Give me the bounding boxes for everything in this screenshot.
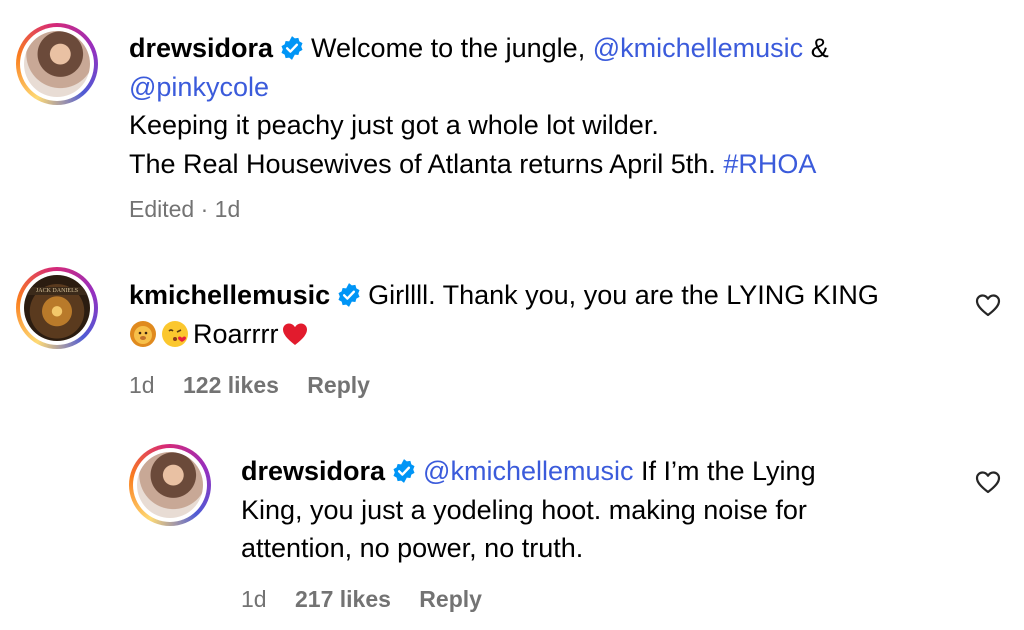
profile-photo: JACK DANIELS	[24, 275, 90, 341]
comment-meta: 1d 217 likes Reply	[241, 586, 482, 613]
lion-emoji-icon	[130, 320, 156, 347]
username[interactable]: drewsidora	[241, 456, 385, 486]
comment-body: attention, no power, no truth.	[241, 533, 584, 563]
comment-body: If I’m the Lying	[641, 456, 816, 486]
mention-link[interactable]: @kmichellemusic	[423, 456, 633, 486]
likes-count[interactable]: 217 likes	[295, 586, 391, 612]
reply-button[interactable]: Reply	[419, 586, 482, 612]
caption-line: The Real Housewives of Atlanta returns A…	[129, 148, 716, 179]
likes-count[interactable]: 122 likes	[183, 372, 279, 398]
comment-body: King, you just a yodeling hoot. making n…	[241, 494, 807, 525]
red-heart-emoji-icon	[282, 323, 307, 345]
like-heart-icon[interactable]	[975, 293, 1001, 317]
verified-badge-icon	[393, 459, 415, 483]
mention-link[interactable]: @pinkycole	[129, 72, 269, 102]
caption-line: Keeping it peachy just got a whole lot w…	[129, 110, 659, 140]
reply-text: drewsidora @kmichellemusic If I’m the Lyi…	[241, 452, 961, 568]
comment-meta: Edited · 1d	[129, 196, 240, 223]
comment-time: 1d	[241, 586, 267, 612]
caption-text: drewsidora Welcome to the jungle, @kmiche…	[129, 29, 1009, 183]
comment-text: Welcome to the jungle,	[311, 33, 586, 63]
avatar-caption: JACK DANIELS	[35, 288, 79, 294]
avatar-drewsidora[interactable]	[16, 23, 98, 105]
profile-photo	[137, 452, 203, 518]
verified-badge-icon	[338, 283, 360, 307]
username[interactable]: kmichellemusic	[129, 280, 330, 310]
like-heart-icon[interactable]	[975, 470, 1001, 494]
edited-time: Edited · 1d	[129, 196, 241, 222]
comment-body: Girllll. Thank you, you are the LYING KI…	[368, 280, 879, 310]
profile-photo	[24, 31, 90, 97]
comment-body: Roarrrr	[193, 318, 279, 349]
comment-text: kmichellemusic Girllll. Thank you, you ar…	[129, 276, 959, 353]
verified-badge-icon	[281, 36, 303, 60]
reply-button[interactable]: Reply	[307, 372, 370, 398]
ampersand: &	[810, 33, 829, 63]
comment-meta: 1d 122 likes Reply	[129, 372, 370, 399]
avatar-drewsidora[interactable]	[129, 444, 211, 526]
username[interactable]: drewsidora	[129, 33, 273, 63]
kiss-emoji-icon	[162, 320, 188, 347]
avatar-kmichellemusic[interactable]: JACK DANIELS	[16, 267, 98, 349]
mention-link[interactable]: @kmichellemusic	[593, 33, 803, 63]
hashtag-link[interactable]: #RHOA	[723, 149, 816, 179]
comment-time: 1d	[129, 372, 155, 398]
